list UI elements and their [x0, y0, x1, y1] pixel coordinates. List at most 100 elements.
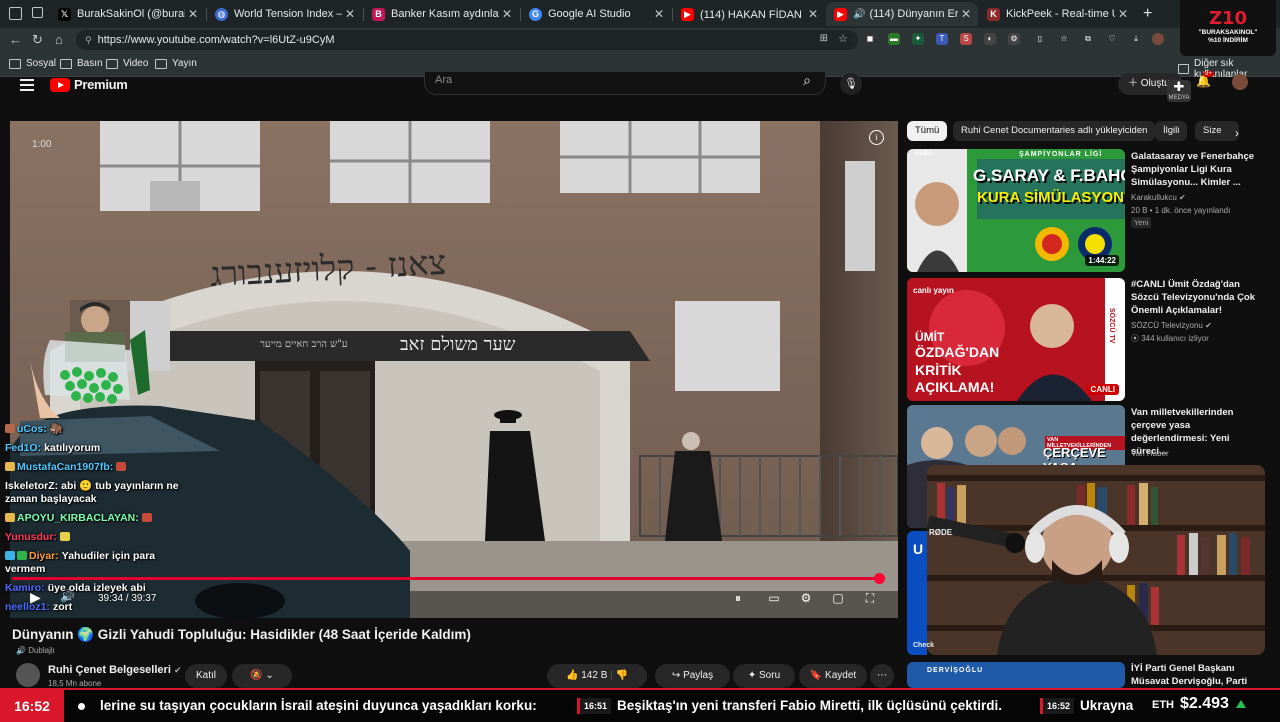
downloads-icon[interactable]: ⤓	[1130, 33, 1142, 45]
sign-hebrew-small: ע"ש הרב חאיים מייער	[260, 339, 348, 350]
rec-channel[interactable]: Karakullukcu ✔	[1131, 191, 1186, 204]
dubbed-label: 🔊 Dublajlı	[16, 646, 55, 655]
google-icon: G	[529, 7, 542, 21]
thumbs-down-icon[interactable]: 👎	[616, 670, 628, 681]
browser-tab-world-tension[interactable]: ◍ World Tension Index — World Te ✕	[207, 2, 362, 26]
rec-title[interactable]: İYİ Parti Genel Başkanı Müsavat Dervişoğ…	[1131, 662, 1266, 688]
site-info-icon[interactable]: ⚲	[85, 35, 92, 46]
close-tab-icon[interactable]: ✕	[342, 7, 358, 21]
subscribed-button[interactable]: 🔕 ⌄	[232, 664, 292, 688]
thumb-tag: canlı yayın	[913, 286, 954, 295]
extension-icon[interactable]: ◐	[984, 33, 996, 45]
ticker-timestamp: 16:51	[577, 698, 612, 714]
youtube-logo[interactable]: Premium	[50, 77, 128, 92]
new-tab-icon[interactable]: +	[1143, 5, 1152, 23]
close-tab-icon[interactable]: ✕	[1115, 7, 1131, 21]
folder-icon	[106, 58, 118, 69]
rec-thumbnail[interactable]: KURA ŞAMPİYONLAR LİGİ G.SARAY & F.BAHÇE …	[907, 149, 1125, 272]
account-avatar[interactable]	[1232, 74, 1248, 90]
translate-icon[interactable]: ⊞	[820, 33, 828, 44]
extension-icon[interactable]: ⚙	[1008, 33, 1020, 45]
pause-icon[interactable]: ⏸	[729, 591, 747, 607]
close-tab-icon[interactable]: ✕	[185, 7, 201, 21]
browser-tab-banker[interactable]: B Banker Kasım aydınlatacak! ✕	[364, 2, 519, 26]
stream-timer: 1:00	[32, 139, 52, 150]
extension-icon[interactable]: ▬	[888, 33, 900, 45]
more-options-icon[interactable]: ⋯	[870, 664, 894, 688]
extension-icon[interactable]: ◼	[864, 33, 876, 45]
chip-for-you[interactable]: Size	[1195, 121, 1239, 141]
settings-gear-icon[interactable]: ⚙	[797, 591, 815, 607]
split-view-icon[interactable]: ▯	[1034, 33, 1046, 45]
close-tab-icon[interactable]: ✕	[958, 7, 974, 21]
extension-icon[interactable]: ✦	[912, 33, 924, 45]
star-icon[interactable]: ☆	[838, 32, 848, 45]
news-ticker: 16:52 lerine su taşıyan çocukların İsrai…	[0, 688, 1280, 722]
close-tab-icon[interactable]: ✕	[651, 7, 667, 21]
thumb-line-1: DERVİŞOĞLU	[927, 667, 984, 674]
subtitles-icon[interactable]: ▭	[765, 591, 783, 607]
close-tab-icon[interactable]: ✕	[805, 7, 821, 21]
scrubber-handle[interactable]	[874, 573, 885, 584]
browser-tab-kickpeek[interactable]: K KickPeek - Real-time URL Crawle ✕	[979, 2, 1135, 26]
channel-avatar[interactable]	[16, 663, 40, 687]
bookmark-folder-video[interactable]: Video	[106, 58, 148, 69]
home-icon[interactable]: ⌂	[55, 32, 63, 47]
rec-thumbnail[interactable]: DERVİŞOĞLU	[907, 662, 1125, 688]
folder-icon	[60, 58, 72, 69]
chat-message: APOYU_KIRBACLAYAN:	[5, 512, 190, 525]
profile-avatar[interactable]	[1152, 33, 1164, 45]
extension-icon[interactable]: T	[936, 33, 948, 45]
theater-mode-icon[interactable]: ▢	[829, 591, 847, 607]
search-input[interactable]: Ara	[435, 74, 452, 86]
like-button[interactable]: 👍 142 B	[566, 670, 607, 681]
chip-related[interactable]: İlgili	[1155, 121, 1188, 141]
extension-icon[interactable]: S	[960, 33, 972, 45]
rec-title[interactable]: Galatasaray ve Fenerbahçe Şampiyonlar Li…	[1131, 150, 1266, 189]
sponsor-logo: Z10	[1208, 8, 1248, 29]
rec-title[interactable]: #CANLI Ümit Özdağ'dan Sözcü Televizyonu'…	[1131, 278, 1266, 317]
menu-icon[interactable]	[20, 76, 34, 94]
ticker-headline: Beşiktaş'ın yeni transferi Fabio Miretti…	[617, 698, 1003, 713]
rec-channel[interactable]: SÖZCÜ Televizyonu ✔	[1131, 319, 1212, 332]
browser-tab-active-video[interactable]: ▶ 🔊 (114) Dünyanın En Gizli Yahu ✕	[826, 2, 978, 26]
channel-name[interactable]: Ruhi Çenet Belgeselleri ✔	[48, 664, 181, 676]
browser-tab-x[interactable]: 𝕏 BurakSakinOl (@buraktut_) / X ✕	[50, 2, 205, 26]
chip-all[interactable]: Tümü	[907, 121, 948, 141]
badge-icon	[5, 462, 15, 471]
rec-channel[interactable]: Van Haber	[1131, 447, 1169, 460]
save-button[interactable]: 🔖 Kaydet	[799, 664, 867, 688]
chevron-right-icon[interactable]: ›	[1235, 126, 1239, 140]
workspaces-icon[interactable]	[9, 7, 22, 20]
browser-tab-google-ai-studio[interactable]: G Google AI Studio ✕	[521, 2, 671, 26]
notifications-icon[interactable]: 🔔 9+	[1196, 71, 1214, 88]
close-tab-icon[interactable]: ✕	[499, 7, 515, 21]
fullscreen-icon[interactable]: ⛶	[861, 591, 879, 607]
ask-button[interactable]: ✦ Soru	[733, 664, 795, 688]
favorites-icon[interactable]: ☆	[1058, 33, 1070, 45]
rec-thumbnail[interactable]: canlı yayın ÜMİT ÖZDAĞ'DAN KRİTİK AÇIKLA…	[907, 278, 1125, 401]
chip-uploader[interactable]: Ruhi Cenet Documentaries adlı yükleyicid…	[953, 121, 1156, 141]
browser-tab-hakan-fidan[interactable]: ▶ (114) HAKAN FİDAN MI ❓ ÖZGÜ ✕	[673, 2, 825, 26]
live-badge: CANLI	[1086, 384, 1119, 395]
search-box[interactable]: Ara ⌕	[424, 72, 826, 95]
bookmark-folder-basin[interactable]: Basın	[60, 58, 103, 69]
chevron-down-icon: ⌄	[265, 670, 274, 681]
reload-icon[interactable]: ↻	[32, 32, 43, 48]
collections-icon[interactable]: ⧉	[1082, 33, 1094, 45]
info-icon[interactable]: i	[869, 130, 884, 145]
bookmark-folder-yayin[interactable]: Yayın	[155, 58, 197, 69]
microphone-icon[interactable]: 🎙	[840, 73, 862, 95]
speaker-icon[interactable]: 🔊	[853, 9, 865, 20]
sponsor-code: "BURAKSAKINOL"	[1198, 29, 1258, 36]
back-icon[interactable]: ←	[9, 32, 22, 47]
heart-icon[interactable]: ♡	[1106, 33, 1118, 45]
rec-thumbnail-partial[interactable]: U	[907, 531, 927, 655]
join-button[interactable]: Katıl	[185, 664, 227, 688]
media-plus-button[interactable]: ✚ MEDYA	[1167, 80, 1191, 102]
url-bar[interactable]: ⚲ https://www.youtube.com/watch?v=l6UtZ-…	[76, 30, 858, 50]
share-button[interactable]: ↪ Paylaş	[655, 664, 730, 688]
tab-actions-icon[interactable]	[32, 7, 43, 18]
search-icon[interactable]: ⌕	[803, 72, 811, 89]
bookmark-folder-sosyal[interactable]: Sosyal	[9, 58, 56, 69]
